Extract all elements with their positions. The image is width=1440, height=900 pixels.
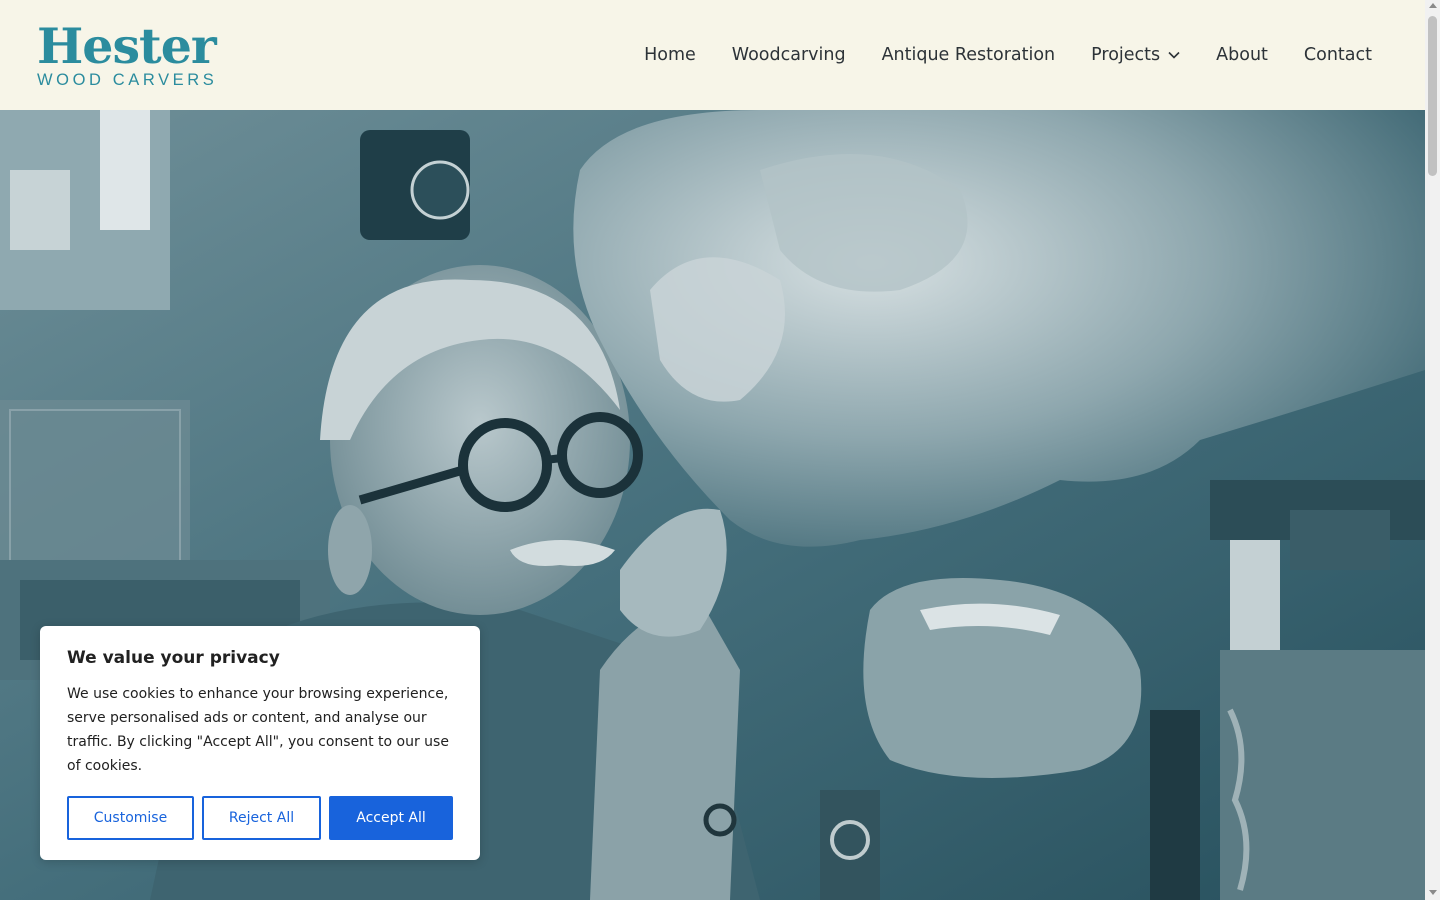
cookie-title: We value your privacy bbox=[67, 648, 280, 668]
nav-projects-label: Projects bbox=[1091, 45, 1161, 65]
site-logo[interactable]: Hester WOOD CARVERS bbox=[37, 16, 218, 89]
customise-button[interactable]: Customise bbox=[67, 796, 194, 840]
accept-all-button[interactable]: Accept All bbox=[329, 796, 453, 840]
nav-antique-restoration[interactable]: Antique Restoration bbox=[882, 45, 1056, 65]
cookie-button-row: Customise Reject All Accept All bbox=[67, 796, 453, 840]
nav-home[interactable]: Home bbox=[644, 45, 696, 65]
nav-about[interactable]: About bbox=[1216, 45, 1268, 65]
nav-antique-restoration-label: Antique Restoration bbox=[881, 45, 1056, 65]
site-header: Hester WOOD CARVERS Home Woodcarving Ant… bbox=[0, 0, 1425, 110]
nav-woodcarving-label: Woodcarving bbox=[731, 45, 846, 65]
reject-all-button[interactable]: Reject All bbox=[202, 796, 321, 840]
nav-projects[interactable]: Projects bbox=[1091, 45, 1180, 65]
nav-contact[interactable]: Contact bbox=[1304, 45, 1372, 65]
scroll-down-icon[interactable] bbox=[1429, 890, 1437, 895]
cookie-consent-banner: We value your privacy We use cookies to … bbox=[40, 626, 480, 860]
logo-name: Hester bbox=[37, 16, 217, 75]
nav-contact-label: Contact bbox=[1303, 45, 1372, 65]
scrollbar-thumb[interactable] bbox=[1428, 16, 1437, 176]
page-scrollbar[interactable] bbox=[1425, 0, 1440, 900]
cookie-description: We use cookies to enhance your browsing … bbox=[67, 686, 449, 774]
main-nav: Home Woodcarving Antique Restoration Pro… bbox=[644, 45, 1372, 65]
nav-woodcarving[interactable]: Woodcarving bbox=[732, 45, 846, 65]
scroll-up-icon[interactable] bbox=[1429, 3, 1437, 8]
logo-tagline: WOOD CARVERS bbox=[37, 70, 218, 89]
nav-home-label: Home bbox=[644, 45, 696, 65]
chevron-down-icon[interactable] bbox=[1168, 51, 1180, 59]
nav-about-label: About bbox=[1216, 45, 1268, 65]
